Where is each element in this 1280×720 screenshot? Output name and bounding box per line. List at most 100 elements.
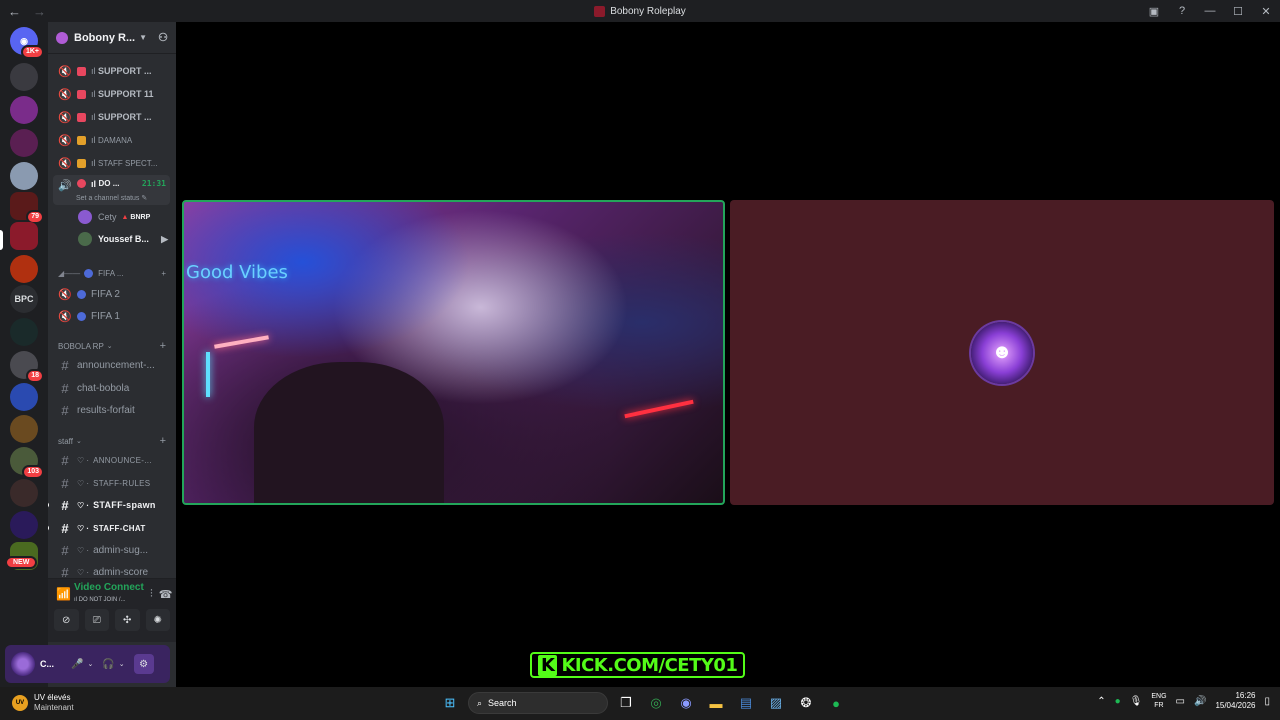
- voice-user[interactable]: Cety ▲ BNRP: [78, 208, 168, 226]
- server-icon[interactable]: [10, 162, 38, 190]
- minimize-button[interactable]: —: [1196, 5, 1224, 17]
- ball-emoji-icon: [77, 311, 86, 321]
- video-tile-camera[interactable]: Good Vibes: [182, 200, 725, 505]
- text-channel[interactable]: # ♡ · ANNOUNCE-...: [53, 450, 170, 470]
- hash-icon: #: [61, 380, 69, 396]
- app-icon[interactable]: ▤: [734, 691, 758, 715]
- voice-channel[interactable]: 🔇 ıl STAFF SPECT...: [53, 153, 170, 173]
- fifa-category[interactable]: ◢—— FIFA ... +: [53, 263, 170, 283]
- settings-gear-icon[interactable]: ⚙: [133, 654, 154, 674]
- notification-icon[interactable]: ▯: [1264, 696, 1270, 707]
- windows-start-icon[interactable]: ⊞: [438, 691, 462, 715]
- server-icon[interactable]: [10, 63, 38, 91]
- weather-widget[interactable]: UV UV élevés Maintenant: [12, 693, 74, 713]
- microphone-icon[interactable]: 🎙: [1130, 696, 1143, 707]
- voice-channel[interactable]: 🔇 FIFA 1: [53, 306, 170, 326]
- sos-emoji-icon: [77, 112, 86, 122]
- chevron-up-icon[interactable]: ⌃: [1097, 696, 1105, 707]
- share-screen-button[interactable]: ⎚: [84, 609, 109, 631]
- server-icon[interactable]: 103: [10, 447, 44, 479]
- system-tray: ⌃ ● 🎙 ENG FR ▭ 🔊 16:26 15/04/2026 ▯: [1097, 691, 1270, 711]
- shield-icon: ♡ ·: [77, 478, 90, 488]
- forward-arrow-icon[interactable]: →: [33, 4, 46, 19]
- server-icon[interactable]: [10, 255, 38, 283]
- server-icon[interactable]: [10, 96, 38, 124]
- plus-icon[interactable]: +: [160, 340, 166, 352]
- server-icon[interactable]: 79: [10, 192, 44, 224]
- task-view-icon[interactable]: ❐: [614, 691, 638, 715]
- server-icon[interactable]: [10, 415, 38, 443]
- category-staff[interactable]: staff ⌄ +: [58, 434, 166, 448]
- disconnect-icon[interactable]: ☎: [159, 588, 173, 601]
- user-tag: ▲ BNRP: [121, 213, 151, 221]
- signal-icon[interactable]: 📶: [56, 587, 74, 601]
- inbox-icon[interactable]: ▣: [1140, 5, 1168, 18]
- speaker-icon: 🔊: [58, 180, 72, 192]
- rtc-channel[interactable]: ıl DO NOT JOIN /...: [74, 594, 144, 606]
- invite-people-icon[interactable]: ⚇: [158, 31, 168, 44]
- search-box[interactable]: ⌕ Search: [468, 692, 608, 714]
- nav-buttons: ← →: [0, 4, 50, 19]
- camera-off-button[interactable]: ⊘: [54, 609, 79, 631]
- plus-icon[interactable]: +: [161, 269, 166, 278]
- file-explorer-icon[interactable]: ▬: [704, 691, 728, 715]
- server-header[interactable]: Bobony R... ▼ ⚇: [48, 22, 176, 54]
- spotify-icon[interactable]: ●: [824, 691, 848, 715]
- activities-button[interactable]: ✣: [115, 609, 140, 631]
- voice-user[interactable]: Youssef B... ▶: [78, 230, 168, 248]
- voice-channel[interactable]: 🔇 ıl SUPPORT ...: [53, 107, 170, 127]
- server-icon[interactable]: [10, 318, 38, 346]
- camera-icon: ▶: [161, 233, 168, 244]
- text-channel[interactable]: # results-forfait: [53, 400, 170, 420]
- ball-emoji-icon: [77, 289, 86, 299]
- voice-connected-panel: 📶 Video Connected ıl DO NOT JOIN /... ⫶ …: [48, 578, 176, 642]
- voice-channel[interactable]: 🔇 ıl DAMANA: [53, 130, 170, 150]
- server-icon[interactable]: [10, 129, 38, 157]
- text-channel[interactable]: # ♡ · STAFF-RULES: [53, 473, 170, 493]
- server-icon-active[interactable]: [10, 222, 38, 250]
- language-indicator[interactable]: ENG FR: [1151, 692, 1166, 710]
- volume-icon[interactable]: 🔊: [1194, 696, 1206, 707]
- video-tile-avatar[interactable]: ☻: [730, 200, 1274, 505]
- plus-icon[interactable]: +: [160, 435, 166, 447]
- soundboard-button[interactable]: ✺: [145, 609, 170, 631]
- microphone-icon[interactable]: 🎤: [71, 659, 83, 670]
- server-icon[interactable]: [10, 511, 38, 539]
- noise-suppression-icon[interactable]: ⫶: [150, 588, 153, 601]
- text-channel[interactable]: # announcement-...: [53, 355, 170, 375]
- voice-channel[interactable]: 🔇 ıl SUPPORT 11: [53, 84, 170, 104]
- server-icon[interactable]: [10, 383, 38, 411]
- discord-taskbar-icon[interactable]: ◉: [674, 691, 698, 715]
- headphones-icon[interactable]: 🎧: [102, 659, 114, 670]
- chevron-down-icon[interactable]: ⌄: [119, 660, 125, 668]
- server-list: ◉ 1K+ 79 BPC 18 103 NEW: [0, 22, 48, 687]
- username[interactable]: C...: [40, 659, 62, 669]
- hash-icon: #: [61, 497, 69, 513]
- text-channel-unread[interactable]: # ♡ · STAFF-spawn: [53, 495, 170, 515]
- divider-icon: ◢——: [58, 268, 81, 278]
- server-icon[interactable]: BPC: [10, 285, 38, 313]
- close-button[interactable]: ✕: [1252, 5, 1280, 18]
- text-channel[interactable]: # chat-bobola: [53, 378, 170, 398]
- home-button[interactable]: ◉ 1K+: [10, 27, 44, 59]
- clock[interactable]: 16:26 15/04/2026: [1215, 691, 1255, 711]
- back-arrow-icon[interactable]: ←: [8, 4, 21, 19]
- channel-status[interactable]: Set a channel status ✎: [76, 194, 147, 202]
- text-channel[interactable]: # ♡ · admin-sug...: [53, 540, 170, 560]
- voice-channel[interactable]: 🔇 FIFA 2: [53, 284, 170, 304]
- avatar[interactable]: [11, 652, 35, 676]
- photos-icon[interactable]: ▨: [764, 691, 788, 715]
- server-icon[interactable]: [10, 479, 38, 507]
- tray-app-icon[interactable]: ●: [1115, 696, 1121, 707]
- rtc-status[interactable]: Video Connected: [74, 582, 144, 594]
- help-icon[interactable]: ?: [1168, 5, 1196, 17]
- server-icon[interactable]: 18: [10, 351, 44, 383]
- chevron-down-icon[interactable]: ⌄: [87, 660, 93, 668]
- chrome-icon[interactable]: ◎: [644, 691, 668, 715]
- text-channel-unread[interactable]: # ♡ · STAFF-CHAT: [53, 518, 170, 538]
- app-icon[interactable]: ❂: [794, 691, 818, 715]
- network-icon[interactable]: ▭: [1176, 696, 1185, 707]
- maximize-button[interactable]: ☐: [1224, 5, 1252, 18]
- voice-channel[interactable]: 🔇 ıl SUPPORT ...: [53, 61, 170, 81]
- category-bobola[interactable]: BOBOLA RP ⌄ +: [58, 339, 166, 353]
